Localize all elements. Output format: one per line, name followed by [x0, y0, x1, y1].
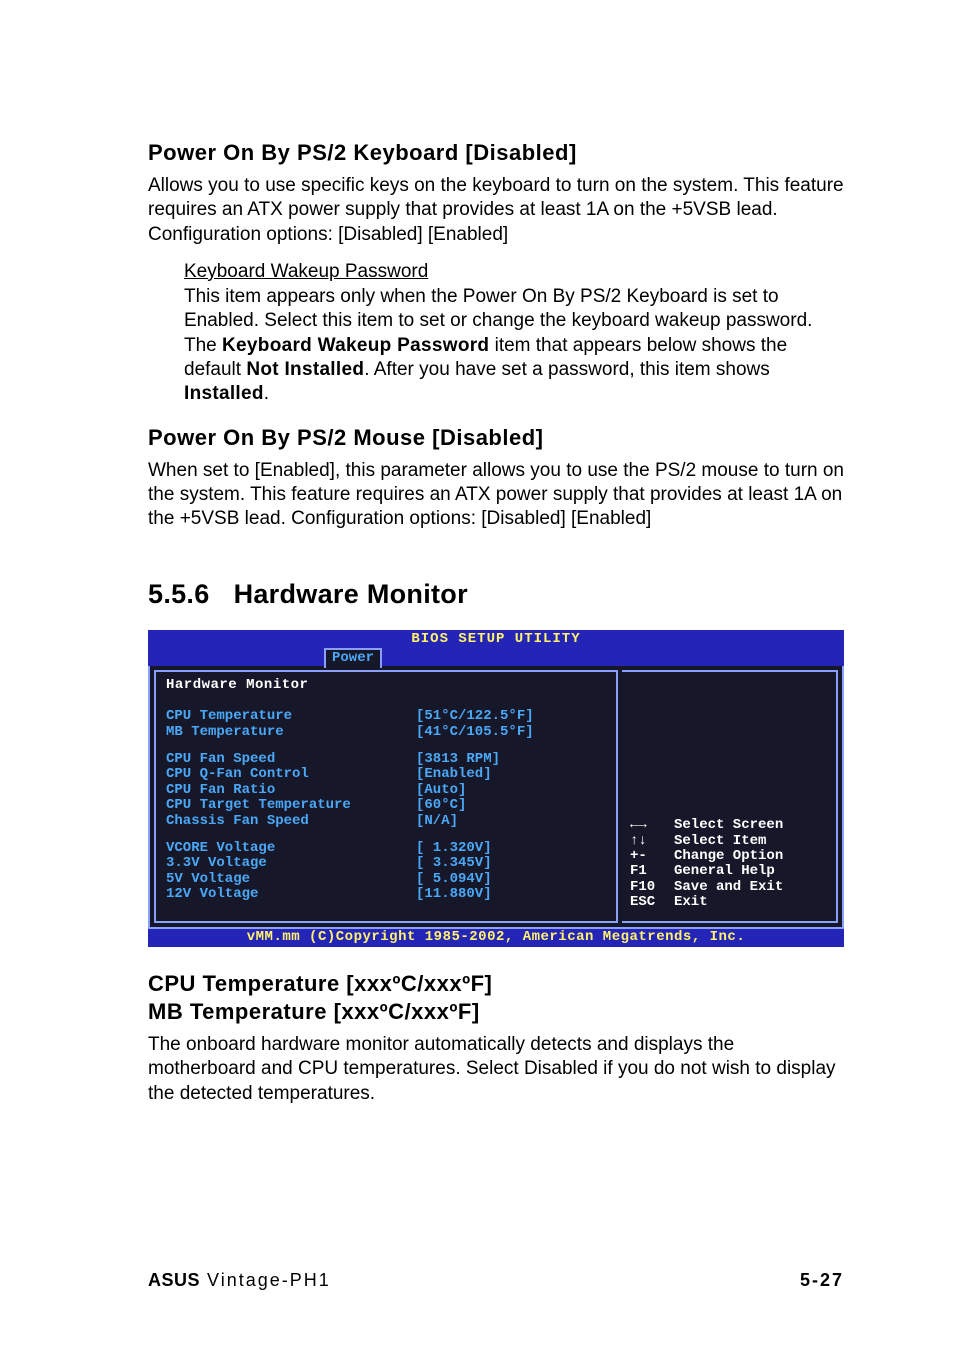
arrow-ud-icon: ↑↓ — [630, 834, 674, 849]
legend-text: Select Screen — [674, 818, 783, 833]
heading-hardware-monitor: 5.5.6 Hardware Monitor — [148, 579, 844, 610]
bold-not-installed: Not Installed — [246, 359, 364, 380]
bios-legend-row: +-Change Option — [630, 849, 828, 864]
body-power-on-mouse: When set to [Enabled], this parameter al… — [148, 459, 844, 532]
bios-item-value: [51°C/122.5°F] — [416, 709, 534, 724]
bios-item[interactable]: 3.3V Voltage [ 3.345V] — [166, 856, 606, 871]
bios-item[interactable]: CPU Fan Speed [3813 RPM] — [166, 752, 606, 767]
section-title: Hardware Monitor — [234, 579, 468, 609]
heading-power-on-mouse: Power On By PS/2 Mouse [Disabled] — [148, 425, 844, 451]
bios-item[interactable]: CPU Q-Fan Control [Enabled] — [166, 767, 606, 782]
bios-item-value: [N/A] — [416, 814, 458, 829]
bios-panel-title: Hardware Monitor — [166, 678, 606, 693]
bios-tab-power[interactable]: Power — [324, 648, 382, 668]
key-label: F10 — [630, 880, 674, 895]
footer-model: Vintage-PH1 — [200, 1270, 331, 1290]
bios-item-value: [11.880V] — [416, 887, 492, 902]
bios-item-label: CPU Fan Speed — [166, 752, 416, 767]
bios-item-label: CPU Target Temperature — [166, 798, 416, 813]
legend-text: Save and Exit — [674, 880, 783, 895]
body-power-on-keyboard: Allows you to use specific keys on the k… — [148, 174, 844, 247]
legend-text: Exit — [674, 895, 708, 910]
bios-item[interactable]: Chassis Fan Speed [N/A] — [166, 814, 606, 829]
legend-text: Select Item — [674, 834, 766, 849]
key-label: F1 — [630, 864, 674, 879]
bios-item-value: [Enabled] — [416, 767, 492, 782]
bios-legend-row: ESCExit — [630, 895, 828, 910]
bios-item-value: [ 3.345V] — [416, 856, 492, 871]
footer-left: ASUS Vintage-PH1 — [148, 1270, 331, 1291]
arrow-lr-icon: ←→ — [630, 818, 674, 833]
bios-item-label: VCORE Voltage — [166, 841, 416, 856]
bios-item-label: 5V Voltage — [166, 872, 416, 887]
bios-item[interactable]: 5V Voltage [ 5.094V] — [166, 872, 606, 887]
plus-minus-icon: +- — [630, 849, 674, 864]
bios-item-value: [ 1.320V] — [416, 841, 492, 856]
bios-item-value: [ 5.094V] — [416, 872, 492, 887]
text-frag: . — [264, 383, 269, 404]
bios-menu-row: Power — [148, 648, 844, 666]
bios-item[interactable]: CPU Target Temperature [60°C] — [166, 798, 606, 813]
bios-main-area: Hardware Monitor CPU Temperature [51°C/1… — [148, 666, 844, 929]
bios-left-panel: Hardware Monitor CPU Temperature [51°C/1… — [154, 670, 618, 923]
heading-power-on-keyboard: Power On By PS/2 Keyboard [Disabled] — [148, 140, 844, 166]
bios-item-value: [Auto] — [416, 783, 466, 798]
body-temperature: The onboard hardware monitor automatical… — [148, 1033, 844, 1106]
bios-legend: ←→Select Screen ↑↓Select Item +-Change O… — [630, 818, 828, 910]
bios-item-value: [3813 RPM] — [416, 752, 500, 767]
heading-cpu-temperature: CPU Temperature [xxxºC/xxxºF] — [148, 971, 844, 997]
bios-item[interactable]: VCORE Voltage [ 1.320V] — [166, 841, 606, 856]
bios-legend-row: ↑↓Select Item — [630, 834, 828, 849]
body-keyboard-wakeup: This item appears only when the Power On… — [184, 285, 844, 407]
subheading-keyboard-wakeup: Keyboard Wakeup Password — [184, 261, 428, 283]
bios-item-label: CPU Temperature — [166, 709, 416, 724]
bios-legend-row: F1General Help — [630, 864, 828, 879]
legend-text: Change Option — [674, 849, 783, 864]
bold-installed: Installed — [184, 383, 264, 404]
key-label: ESC — [630, 895, 674, 910]
bios-item-value: [41°C/105.5°F] — [416, 725, 534, 740]
bios-screenshot: BIOS SETUP UTILITY Power Hardware Monito… — [148, 630, 844, 946]
bios-title-bar: BIOS SETUP UTILITY — [148, 630, 844, 647]
bios-legend-row: F10Save and Exit — [630, 880, 828, 895]
footer-brand: ASUS — [148, 1270, 200, 1290]
bold-keyboard-wakeup-password: Keyboard Wakeup Password — [222, 335, 489, 356]
section-number: 5.5.6 — [148, 579, 210, 610]
heading-mb-temperature: MB Temperature [xxxºC/xxxºF] — [148, 999, 844, 1025]
bios-copyright-bar: vMM.mm (C)Copyright 1985-2002, American … — [148, 929, 844, 947]
bios-item-label: 3.3V Voltage — [166, 856, 416, 871]
bios-item-label: 12V Voltage — [166, 887, 416, 902]
bios-legend-row: ←→Select Screen — [630, 818, 828, 833]
bios-item-label: CPU Fan Ratio — [166, 783, 416, 798]
bios-item[interactable]: CPU Fan Ratio [Auto] — [166, 783, 606, 798]
bios-item[interactable]: MB Temperature [41°C/105.5°F] — [166, 725, 606, 740]
bios-item-label: CPU Q-Fan Control — [166, 767, 416, 782]
page-footer: ASUS Vintage-PH1 5-27 — [148, 1270, 844, 1291]
bios-item-label: Chassis Fan Speed — [166, 814, 416, 829]
footer-page-number: 5-27 — [800, 1270, 844, 1291]
bios-item[interactable]: CPU Temperature [51°C/122.5°F] — [166, 709, 606, 724]
bios-right-panel: ←→Select Screen ↑↓Select Item +-Change O… — [622, 670, 838, 923]
text-frag: . After you have set a password, this it… — [364, 359, 770, 380]
bios-item-value: [60°C] — [416, 798, 466, 813]
bios-item-label: MB Temperature — [166, 725, 416, 740]
legend-text: General Help — [674, 864, 775, 879]
bios-item[interactable]: 12V Voltage [11.880V] — [166, 887, 606, 902]
